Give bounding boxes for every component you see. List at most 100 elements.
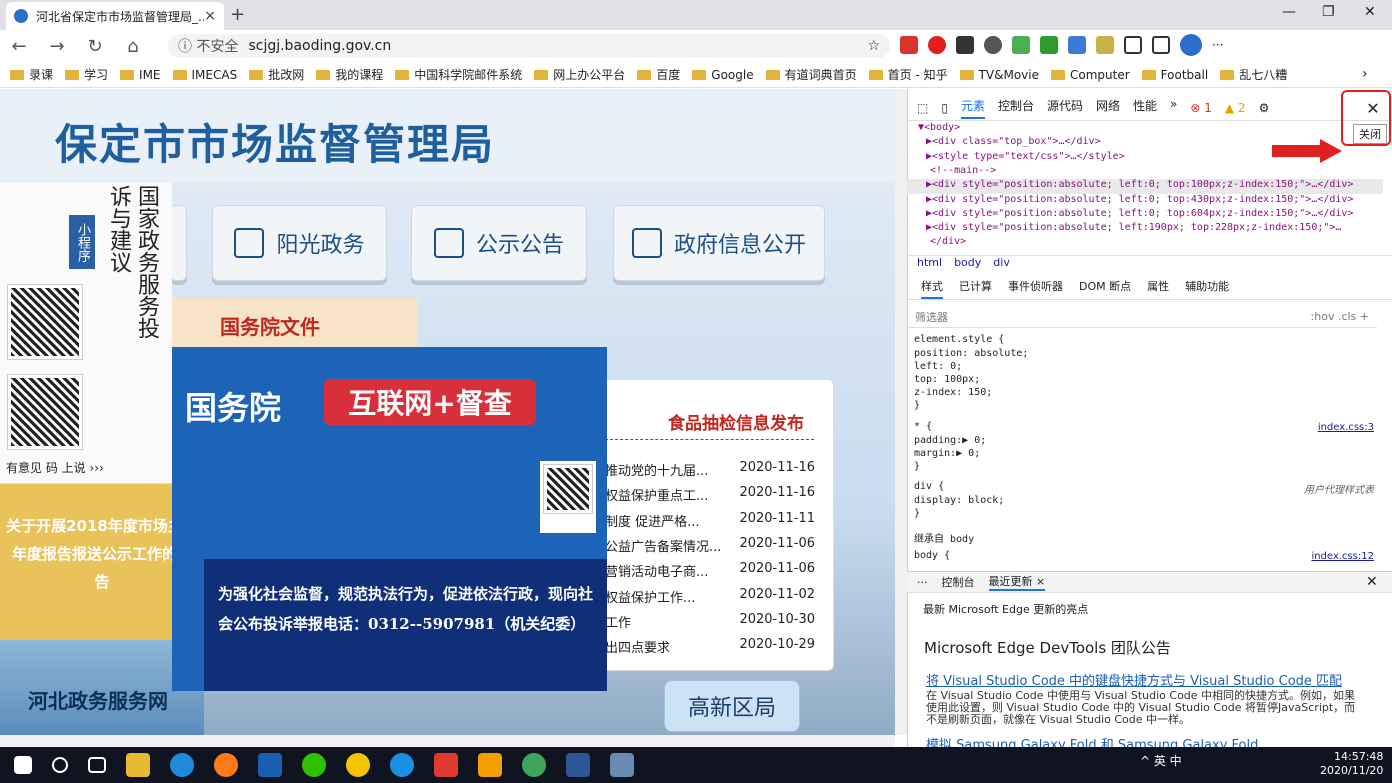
dom-node-line[interactable]: </div> — [930, 236, 966, 247]
extension-icon[interactable] — [984, 36, 1002, 54]
css-line[interactable]: body { — [914, 550, 950, 561]
devtools-tab[interactable]: » — [1170, 97, 1177, 119]
window-close-button[interactable]: ✕ — [1364, 4, 1376, 20]
news-row[interactable]: 推动党的十九届... 2020-11-16 — [605, 460, 815, 479]
bookmark-item[interactable]: 批改网 — [249, 66, 304, 83]
horizontal-scrollbar[interactable] — [0, 735, 895, 747]
bookmark-item[interactable]: 我的课程 — [316, 66, 383, 83]
qr-code-icon[interactable] — [7, 374, 83, 450]
devtools-tab[interactable]: 控制台 — [998, 97, 1034, 119]
home-icon[interactable]: ⌂ — [114, 36, 152, 57]
nav-button-partial[interactable] — [170, 205, 187, 281]
dom-node-line[interactable]: ▶<div style="position:absolute; left:0; … — [926, 194, 1353, 205]
gaoxin-button[interactable]: 高新区局 — [664, 680, 800, 732]
extension-icon[interactable] — [900, 36, 918, 54]
nav-button-yangguang[interactable]: 阳光政务 — [212, 205, 387, 281]
bookmark-item[interactable]: 录课 — [10, 66, 53, 83]
collections-icon[interactable] — [1152, 36, 1170, 54]
search-icon[interactable] — [52, 757, 68, 773]
bookmark-item[interactable]: 有道词典首页 — [765, 66, 857, 83]
devtools-tab[interactable]: 源代码 — [1047, 97, 1083, 119]
feedback-link[interactable]: 有意见 码 上说 ››› — [6, 459, 104, 476]
teamviewer-icon[interactable] — [390, 753, 414, 777]
bookmark-item[interactable]: IME — [120, 68, 161, 82]
profile-avatar[interactable] — [1180, 34, 1202, 56]
breadcrumb-item[interactable]: body — [954, 256, 981, 273]
css-line[interactable]: div { — [914, 481, 944, 492]
app-icon[interactable] — [258, 753, 282, 777]
dom-node-line[interactable]: ▶<div style="position:absolute; left:0; … — [926, 208, 1353, 219]
extension-icon[interactable] — [1040, 36, 1058, 54]
bookmark-item[interactable]: 首页 - 知乎 — [868, 66, 948, 83]
css-line[interactable]: } — [914, 508, 920, 519]
more-menu-icon[interactable]: ··· — [1212, 38, 1223, 52]
bookmark-item[interactable]: Google — [692, 68, 754, 82]
whatsnew-link[interactable]: 将 Visual Studio Code 中的键盘快捷方式与 Visual St… — [926, 670, 1342, 689]
file-explorer-icon[interactable] — [126, 753, 150, 777]
news-row[interactable]: 营销活动电子商... 2020-11-06 — [605, 561, 815, 580]
app-icon[interactable] — [522, 753, 546, 777]
styles-tab[interactable]: 事件侦听器 — [1008, 278, 1063, 299]
news-row[interactable]: 出四点要求 2020-10-29 — [605, 637, 815, 656]
back-icon[interactable]: ← — [0, 36, 38, 57]
devtools-tab[interactable]: 性能 — [1133, 97, 1157, 119]
inspect-icon[interactable]: ⬚ — [917, 101, 928, 115]
styles-tab[interactable]: 属性 — [1147, 278, 1169, 299]
bookmark-item[interactable]: IMECAS — [172, 68, 237, 82]
app-icon[interactable] — [610, 753, 634, 777]
css-line[interactable]: z-index: 150; — [914, 387, 992, 398]
news-row[interactable]: 制度 促进严格... 2020-11-11 — [605, 511, 815, 530]
qr-code-icon[interactable] — [7, 284, 83, 360]
edge-icon[interactable] — [170, 753, 194, 777]
error-count[interactable]: ⊗ 1 — [1190, 101, 1212, 115]
app-icon[interactable] — [478, 753, 502, 777]
css-line[interactable]: padding:▶ 0; — [914, 435, 986, 446]
extension-icon[interactable] — [928, 36, 946, 54]
bookmark-item[interactable]: TV&Movie — [959, 68, 1039, 82]
devtools-tab[interactable]: 网络 — [1096, 97, 1120, 119]
extension-icon[interactable] — [956, 36, 974, 54]
styles-tab[interactable]: 样式 — [921, 278, 943, 299]
css-line[interactable]: top: 100px; — [914, 374, 980, 385]
drawer-tab[interactable]: 最近更新 × — [988, 573, 1046, 591]
news-heading[interactable]: 食品抽检信息发布 — [668, 409, 804, 434]
extension-icon[interactable] — [1012, 36, 1030, 54]
styles-tab[interactable]: 辅助功能 — [1185, 278, 1229, 299]
app-icon[interactable] — [434, 753, 458, 777]
bookmark-item[interactable]: 网上办公平台 — [534, 66, 625, 83]
maximize-button[interactable]: ❐ — [1322, 4, 1335, 20]
system-tray[interactable]: ^ 英 中 — [1140, 752, 1182, 769]
bookmark-item[interactable]: 学习 — [65, 66, 108, 83]
wechat-icon[interactable] — [302, 753, 326, 777]
favorite-star-icon[interactable]: ☆ — [867, 38, 880, 54]
warning-count[interactable]: ▲ 2 — [1225, 101, 1246, 115]
breadcrumb-item[interactable]: div — [993, 256, 1010, 273]
task-view-icon[interactable] — [88, 757, 106, 773]
news-row[interactable]: 权益保护重点工... 2020-11-16 — [605, 485, 815, 504]
news-row[interactable]: 权益保护工作... 2020-11-02 — [605, 587, 815, 606]
word-icon[interactable] — [566, 753, 590, 777]
refresh-icon[interactable]: ↻ — [76, 36, 114, 57]
extension-icon[interactable] — [1068, 36, 1086, 54]
css-line[interactable]: margin:▶ 0; — [914, 448, 980, 459]
nav-button-xinxi[interactable]: 政府信息公开 — [613, 205, 825, 281]
styles-tab[interactable]: 已计算 — [959, 278, 992, 299]
breadcrumb-item[interactable]: html — [917, 256, 942, 273]
drawer-tab[interactable]: ··· — [917, 576, 928, 589]
bookmark-item[interactable]: Football — [1141, 68, 1208, 82]
devtools-tab[interactable]: 元素 — [960, 97, 985, 119]
extension-icon[interactable] — [1096, 36, 1114, 54]
new-tab-button[interactable]: + — [230, 4, 245, 25]
filter-tools[interactable]: :hov .cls + — [1311, 310, 1369, 323]
bookmarks-more-icon[interactable]: › — [1362, 66, 1368, 82]
css-line[interactable]: * { — [914, 421, 932, 432]
dom-node-line[interactable]: ▶<div style="position:absolute; left:0; … — [926, 179, 1353, 190]
bookmark-item[interactable]: 百度 — [637, 66, 680, 83]
news-row[interactable]: 工作 2020-10-30 — [605, 612, 815, 631]
forward-icon[interactable]: → — [38, 36, 76, 57]
device-toolbar-icon[interactable]: ▯ — [941, 101, 948, 115]
nav-button-gongshi[interactable]: 公示公告 — [411, 205, 587, 281]
news-row[interactable]: 公益广告备案情况... 2020-11-06 — [605, 536, 815, 555]
tab-close-icon[interactable]: × — [204, 8, 216, 24]
css-line[interactable]: 继承自 body — [914, 530, 974, 545]
